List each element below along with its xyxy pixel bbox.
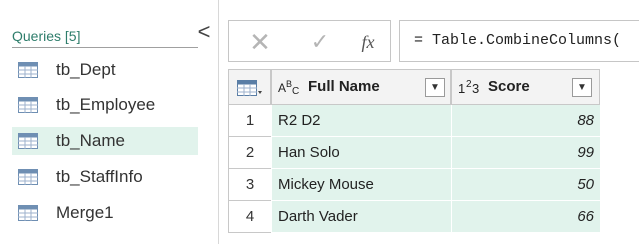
query-item-tb-employee[interactable]: tb_Employee <box>12 91 198 119</box>
cell-full-name[interactable]: Darth Vader <box>271 201 451 233</box>
query-item-merge1[interactable]: Merge1 <box>12 199 198 227</box>
query-item-tb-name[interactable]: tb_Name <box>12 127 198 155</box>
row-number[interactable]: 2 <box>228 137 271 169</box>
cell-full-name[interactable]: R2 D2 <box>271 105 451 137</box>
cancel-icon[interactable]: ✕ <box>247 29 273 55</box>
table-icon <box>18 169 38 185</box>
table-menu-button[interactable] <box>228 69 271 105</box>
column-title: Full Name <box>308 78 380 95</box>
query-item-tb-dept[interactable]: tb_Dept <box>12 56 198 84</box>
commit-icon[interactable]: ✓ <box>309 29 331 55</box>
query-label: Merge1 <box>56 203 114 222</box>
filter-dropdown-button[interactable]: ▼ <box>572 78 592 97</box>
formula-buttons: ✕ ✓ fx <box>228 20 391 62</box>
column-title: Score <box>488 78 530 95</box>
svg-text:C: C <box>292 86 299 96</box>
table-icon <box>18 205 38 221</box>
svg-text:A: A <box>278 81 286 95</box>
cell-score[interactable]: 88 <box>451 105 600 137</box>
text-type-icon[interactable]: ABC <box>278 78 302 100</box>
column-header-full-name[interactable]: ABC Full Name ▼ <box>271 69 451 105</box>
table-icon <box>18 133 38 149</box>
number-type-icon[interactable]: 123 <box>458 78 482 100</box>
fx-icon[interactable]: fx <box>356 30 380 54</box>
row-number[interactable]: 1 <box>228 105 271 137</box>
formula-input[interactable]: = Table.CombineColumns( <box>399 20 639 62</box>
table-icon <box>18 62 38 78</box>
formula-bar: ✕ ✓ fx = Table.CombineColumns( <box>228 20 639 62</box>
table-menu-icon <box>237 80 263 101</box>
column-header-score[interactable]: 123 Score ▼ <box>451 69 600 105</box>
row-number[interactable]: 4 <box>228 201 271 233</box>
filter-dropdown-button[interactable]: ▼ <box>425 78 445 97</box>
query-label: tb_Name <box>56 131 125 150</box>
table-icon <box>18 97 38 113</box>
cell-score[interactable]: 50 <box>451 169 600 201</box>
query-label: tb_StaffInfo <box>56 167 143 186</box>
row-number[interactable]: 3 <box>228 169 271 201</box>
cell-full-name[interactable]: Mickey Mouse <box>271 169 451 201</box>
cell-full-name[interactable]: Han Solo <box>271 137 451 169</box>
svg-text:1: 1 <box>458 81 465 96</box>
query-label: tb_Employee <box>56 95 156 114</box>
svg-text:3: 3 <box>472 81 479 96</box>
cell-score[interactable]: 66 <box>451 201 600 233</box>
query-item-tb-staffinfo[interactable]: tb_StaffInfo <box>12 163 198 191</box>
collapse-pane-icon[interactable]: < <box>194 20 214 44</box>
cell-score[interactable]: 99 <box>451 137 600 169</box>
queries-pane: Queries [5] < tb_Dept tb_Employee tb_Nam… <box>0 0 219 244</box>
queries-header: Queries [5] <box>12 26 198 48</box>
queries-title: Queries [5] <box>12 28 81 44</box>
query-label: tb_Dept <box>56 60 116 79</box>
